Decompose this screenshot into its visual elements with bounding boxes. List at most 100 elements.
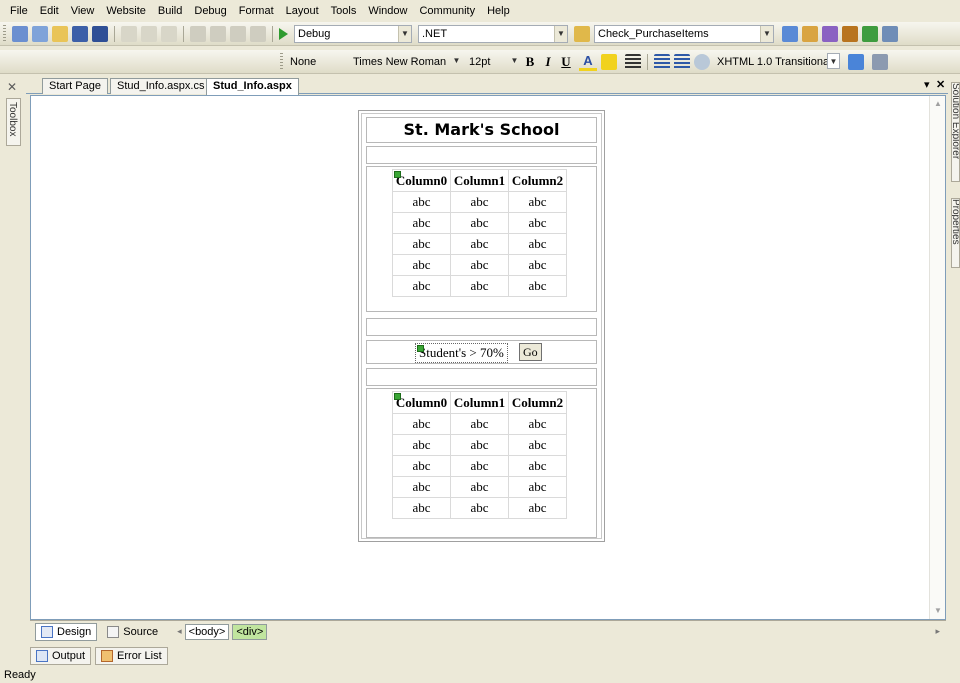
solution-explorer-tab[interactable]: Solution Explorer — [951, 82, 960, 182]
layout-table[interactable]: St. Mark's School Column0 Column1 Column2 a… — [358, 110, 605, 542]
foreground-color-button[interactable]: A — [579, 53, 597, 71]
tab-start-page[interactable]: Start Page — [42, 78, 108, 94]
tab-design[interactable]: Design — [35, 622, 98, 641]
solution-explorer-icon[interactable] — [782, 25, 798, 42]
menu-item-tools[interactable]: Tools — [325, 1, 363, 21]
font-size-select[interactable]: 12pt ▼ — [463, 53, 521, 71]
new-project-icon[interactable] — [12, 25, 28, 42]
breadcrumb-div[interactable]: <div> — [232, 623, 268, 640]
spacer-cell[interactable] — [366, 146, 597, 164]
chevron-down-icon[interactable]: ▼ — [827, 52, 840, 69]
bold-button[interactable]: B — [521, 54, 539, 70]
control-glyph-icon — [417, 345, 424, 352]
start-page-icon[interactable] — [862, 25, 878, 42]
solution-platform-select[interactable]: .NET ▼ — [418, 24, 568, 43]
chevron-down-icon[interactable]: ▼ — [398, 25, 411, 42]
find-in-files-icon[interactable] — [574, 25, 590, 42]
scroll-up-icon[interactable]: ▲ — [932, 98, 944, 110]
solution-configuration-select[interactable]: Debug ▼ — [294, 24, 412, 43]
tab-error-list[interactable]: Error List — [95, 647, 168, 665]
properties-window-icon[interactable] — [802, 25, 818, 42]
toolbox-icon[interactable]: ✕ — [7, 80, 17, 94]
table-row: abc abc abc — [392, 191, 567, 213]
menu-item-file[interactable]: File — [4, 1, 34, 21]
numbered-list-icon[interactable] — [654, 53, 670, 70]
active-files-dropdown-icon[interactable]: ▾ — [924, 78, 930, 91]
menu-item-edit[interactable]: Edit — [34, 1, 65, 21]
vertical-scrollbar[interactable]: ▲ ▼ — [929, 96, 945, 619]
highlight-color-icon[interactable] — [601, 53, 617, 70]
menu-item-format[interactable]: Format — [233, 1, 280, 21]
chevron-down-icon[interactable]: ▼ — [508, 53, 521, 69]
target-schema-select[interactable]: XHTML 1.0 Transitional ( ▼ — [714, 52, 840, 71]
save-all-icon[interactable] — [92, 25, 108, 42]
bulleted-list-icon[interactable] — [674, 53, 690, 70]
table-row: abc abc abc — [392, 413, 567, 435]
grid-header-cell: Column1 — [450, 169, 509, 192]
toolbar-grip[interactable] — [280, 52, 283, 71]
navigate-back-icon[interactable] — [230, 25, 246, 42]
filtered-students-gridview[interactable]: Column0 Column1 Column2 abc abc abc abc abc abc a… — [392, 391, 567, 519]
menu-item-website[interactable]: Website — [100, 1, 152, 21]
students-gridview[interactable]: Column0 Column1 Column2 abc abc abc abc abc abc a… — [392, 169, 567, 297]
design-view-icon — [41, 625, 53, 638]
design-surface[interactable]: St. Mark's School Column0 Column1 Column2 a… — [30, 95, 946, 620]
undo-icon[interactable] — [190, 25, 206, 42]
underline-button[interactable]: U — [557, 54, 575, 70]
heading-cell[interactable]: St. Mark's School — [366, 117, 597, 143]
toolbox-tab[interactable]: Toolbox — [6, 98, 21, 146]
cut-icon[interactable] — [121, 25, 137, 42]
chevron-down-icon[interactable]: ▼ — [450, 53, 463, 69]
menu-item-debug[interactable]: Debug — [188, 1, 232, 21]
navigate-forward-icon[interactable] — [250, 25, 266, 42]
save-icon[interactable] — [72, 25, 88, 42]
chevron-down-icon[interactable]: ▼ — [554, 25, 567, 42]
document-tab-strip: Start Page Stud_Info.aspx.cs Stud_Info.a… — [26, 76, 948, 95]
menu-item-build[interactable]: Build — [152, 1, 188, 21]
toolbar-grip[interactable] — [3, 24, 6, 43]
menu-item-help[interactable]: Help — [481, 1, 516, 21]
close-icon[interactable]: ✕ — [936, 78, 945, 91]
properties-tab[interactable]: Properties — [951, 198, 960, 268]
font-name-select[interactable]: Times New Roman ▼ — [345, 53, 463, 71]
tab-output[interactable]: Output — [30, 647, 92, 665]
open-file-icon[interactable] — [52, 25, 68, 42]
go-button[interactable]: Go — [519, 343, 542, 361]
toolbox-icon[interactable] — [842, 25, 858, 42]
scroll-down-icon[interactable]: ▼ — [932, 605, 944, 617]
tab-source[interactable]: Source — [102, 623, 163, 641]
gridview-cell[interactable]: Column0 Column1 Column2 abc abc abc abc abc abc a… — [366, 388, 597, 538]
copy-icon[interactable] — [141, 25, 157, 42]
menu-item-layout[interactable]: Layout — [280, 1, 325, 21]
preview-icon[interactable] — [872, 53, 888, 70]
object-browser-icon[interactable] — [822, 25, 838, 42]
block-format-select[interactable]: None — [287, 53, 345, 71]
redo-icon[interactable] — [210, 25, 226, 42]
solution-platform-value: .NET — [422, 27, 448, 40]
start-debugging-icon[interactable] — [279, 27, 288, 40]
gridview-cell[interactable]: Column0 Column1 Column2 abc abc abc abc abc abc a… — [366, 166, 597, 312]
chevron-right-icon[interactable]: ▸ — [935, 626, 940, 637]
tab-stud-info-aspx[interactable]: Stud_Info.aspx — [206, 78, 299, 95]
italic-button[interactable]: I — [539, 54, 557, 70]
add-item-icon[interactable] — [32, 25, 48, 42]
menu-item-view[interactable]: View — [65, 1, 101, 21]
error-list-icon — [101, 650, 114, 662]
chevron-left-icon[interactable]: ◂ — [177, 626, 182, 637]
tab-stud-info-cs[interactable]: Stud_Info.aspx.cs — [110, 78, 212, 94]
breadcrumb-body[interactable]: <body> — [184, 623, 230, 640]
justify-icon[interactable] — [625, 53, 641, 70]
check-accessibility-icon[interactable] — [848, 53, 864, 70]
paste-icon[interactable] — [161, 25, 177, 42]
filter-label[interactable]: Student's > 70% — [415, 343, 508, 363]
find-combo[interactable]: Check_PurchaseItems ▼ — [594, 24, 774, 43]
menu-item-window[interactable]: Window — [362, 1, 413, 21]
grid-cell: abc — [450, 434, 509, 456]
chevron-down-icon[interactable]: ▼ — [760, 25, 773, 42]
spacer-cell[interactable] — [366, 318, 597, 336]
filter-cell[interactable]: Student's > 70% Go — [366, 340, 597, 364]
hyperlink-icon[interactable] — [694, 53, 710, 70]
more-windows-icon[interactable] — [882, 25, 898, 42]
spacer-cell[interactable] — [366, 368, 597, 386]
menu-item-community[interactable]: Community — [413, 1, 481, 21]
